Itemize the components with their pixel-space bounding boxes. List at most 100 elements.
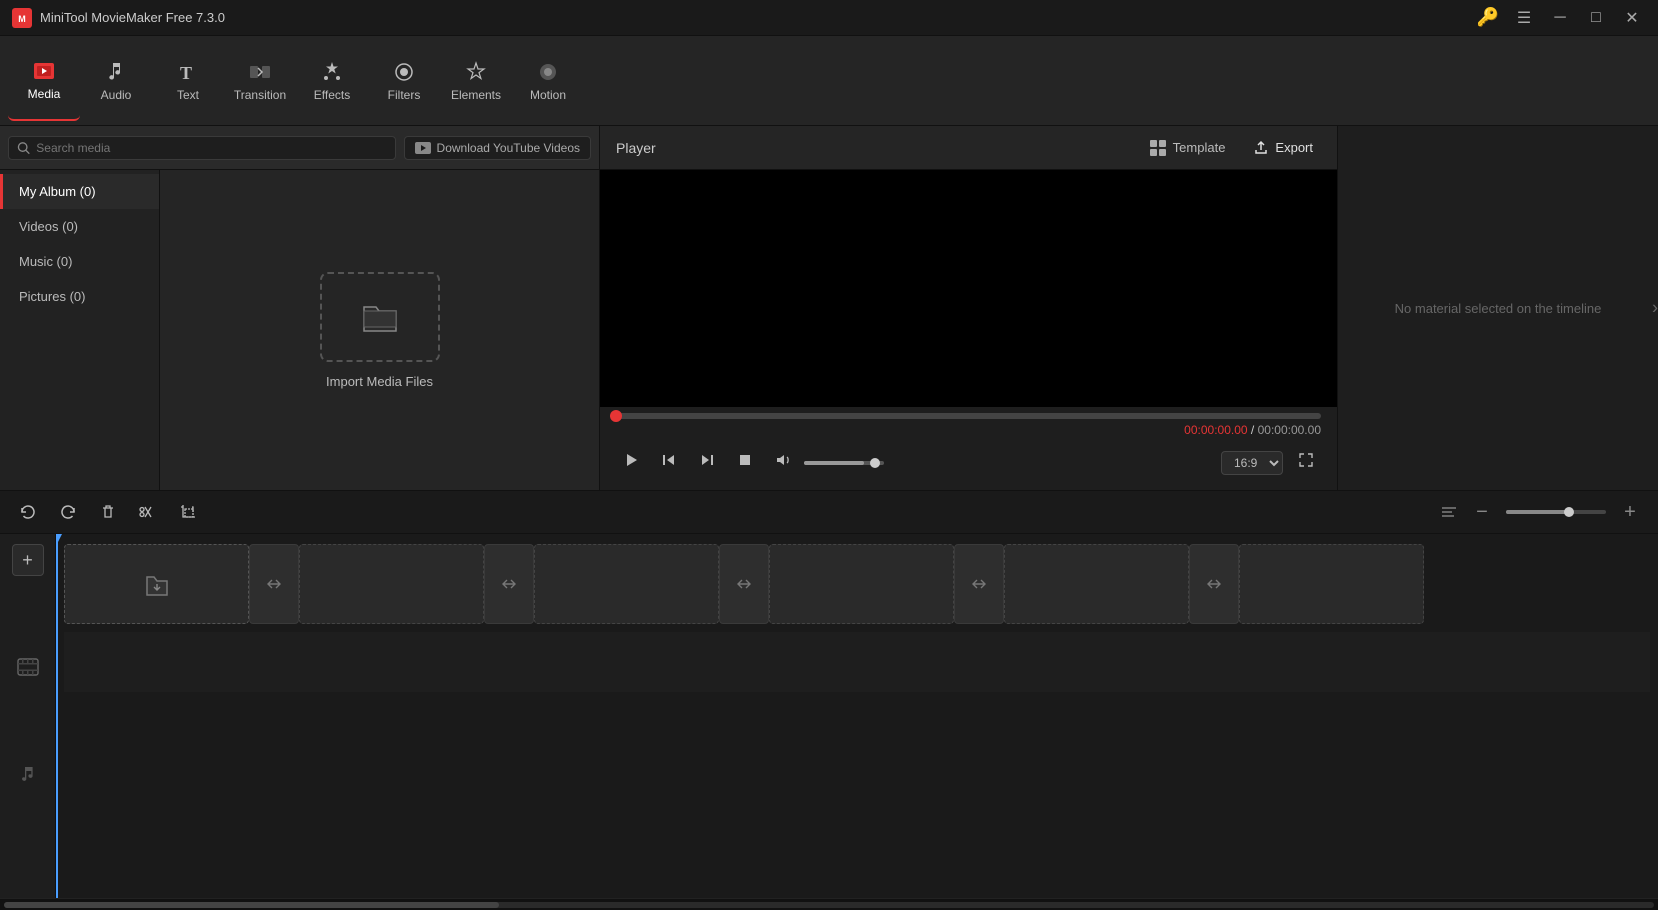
track-clip-2[interactable] [299,544,484,624]
template-button[interactable]: Template [1141,135,1234,161]
import-label: Import Media Files [326,374,433,389]
audio-track-icon [17,763,39,790]
search-input[interactable] [36,141,386,155]
folder-icon [360,299,400,335]
toolbar-item-motion[interactable]: Motion [512,41,584,121]
transition-icon-5 [1204,574,1224,594]
cut-button[interactable] [132,496,164,528]
media-body: My Album (0) Videos (0) Music (0) Pictur… [0,170,599,490]
sidebar-item-music[interactable]: Music (0) [0,244,159,279]
transition-label: Transition [234,88,286,102]
next-frame-button[interactable] [692,447,722,478]
volume-slider[interactable] [804,461,884,465]
sidebar: My Album (0) Videos (0) Music (0) Pictur… [0,170,160,490]
player-video [600,170,1337,407]
zoom-fill [1506,510,1566,514]
toolbar-item-elements[interactable]: Elements [440,41,512,121]
volume-dot [870,458,880,468]
fullscreen-icon [1297,451,1315,469]
toolbar-item-filters[interactable]: Filters [368,41,440,121]
track-clip-main[interactable] [64,544,249,624]
search-input-wrap[interactable] [8,136,396,160]
track-transition-4[interactable] [954,544,1004,624]
player-controls: 16:9 9:16 1:1 4:3 [600,441,1337,490]
add-track-button[interactable]: + [12,544,44,576]
crop-button[interactable] [172,496,204,528]
timeline-controls-bar: − + [0,490,1658,534]
sidebar-item-my-album[interactable]: My Album (0) [0,174,159,209]
close-button[interactable]: ✕ [1618,4,1646,32]
video-track [64,544,1650,624]
cut-icon [139,503,157,521]
track-transition-5[interactable] [1189,544,1239,624]
track-clip-5[interactable] [1004,544,1189,624]
import-media-button[interactable]: Import Media Files [320,272,440,389]
play-button[interactable] [616,447,646,478]
media-label: Media [28,87,61,101]
redo-button[interactable] [52,496,84,528]
sidebar-item-videos[interactable]: Videos (0) [0,209,159,244]
prev-frame-button[interactable] [654,447,684,478]
toolbar-item-audio[interactable]: Audio [80,41,152,121]
track-transition-1[interactable] [249,544,299,624]
maximize-button[interactable]: □ [1582,4,1610,32]
crop-icon [179,503,197,521]
youtube-download-button[interactable]: Download YouTube Videos [404,136,591,160]
timeline: + [0,534,1658,898]
aspect-ratio-select[interactable]: 16:9 9:16 1:1 4:3 [1221,451,1283,475]
track-clip-3[interactable] [534,544,719,624]
scrollbar-thumb[interactable] [4,902,499,908]
toolbar-item-text[interactable]: T Text [152,41,224,121]
minimize-button[interactable]: ─ [1546,4,1574,32]
search-icon [17,141,30,155]
toolbar-item-transition[interactable]: Transition [224,41,296,121]
volume-button[interactable] [768,447,798,478]
title-bar: M MiniTool MovieMaker Free 7.3.0 🔑 ☰ ─ □… [0,0,1658,36]
app-title: MiniTool MovieMaker Free 7.3.0 [40,10,1474,25]
youtube-icon [415,142,431,154]
transition-icon [248,60,272,84]
zoom-controls: − + [1440,496,1646,528]
media-content: Import Media Files [160,170,599,490]
player-panel: Player Template Export [600,126,1338,490]
track-clip-6[interactable] [1239,544,1424,624]
toolbar-item-media[interactable]: Media [8,41,80,121]
track-clip-4[interactable] [769,544,954,624]
timeline-playhead [56,534,58,898]
toolbar-item-effects[interactable]: Effects [296,41,368,121]
elements-icon [464,60,488,84]
progress-bar[interactable] [616,413,1321,419]
timeline-scrollbar [0,898,1658,910]
transition-icon-4 [969,574,989,594]
delete-button[interactable] [92,496,124,528]
export-label: Export [1275,140,1313,155]
fullscreen-button[interactable] [1291,447,1321,478]
zoom-in-button[interactable]: + [1614,496,1646,528]
volume-wrap [768,447,884,478]
zoom-slider[interactable] [1506,510,1606,514]
export-button[interactable]: Export [1245,135,1321,161]
effects-label: Effects [314,88,350,102]
undo-button[interactable] [12,496,44,528]
text-icon: T [176,60,200,84]
filters-label: Filters [388,88,421,102]
time-display: 00:00:00.00 / 00:00:00.00 [616,419,1321,441]
scrollbar-track[interactable] [4,902,1654,908]
yt-btn-label: Download YouTube Videos [437,141,580,155]
play-icon [622,451,640,469]
stop-button[interactable] [730,447,760,478]
elements-label: Elements [451,88,501,102]
key-button[interactable]: 🔑 [1474,4,1502,32]
main-area: Download YouTube Videos My Album (0) Vid… [0,126,1658,490]
timeline-icon [1440,503,1458,521]
zoom-out-button[interactable]: − [1466,496,1498,528]
sidebar-item-pictures[interactable]: Pictures (0) [0,279,159,314]
track-transition-2[interactable] [484,544,534,624]
menu-button[interactable]: ☰ [1510,4,1538,32]
track-transition-3[interactable] [719,544,769,624]
timeline-content [56,534,1658,898]
import-icon-wrap [320,272,440,362]
time-separator: / [1251,423,1258,437]
audio-label: Audio [101,88,132,102]
panel-expand-arrow[interactable]: › [1652,298,1658,319]
